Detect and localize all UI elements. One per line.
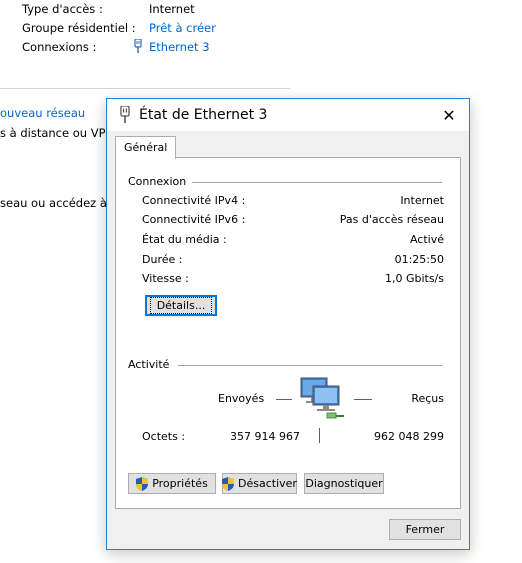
new-network-link[interactable]: ouveau réseau [0,106,85,120]
diagnose-button[interactable]: Diagnostiquer [304,473,384,494]
received-label: Reçus [411,392,444,405]
divider [0,88,290,89]
details-button-label: Détails... [149,297,213,314]
media-state-value: Activé [409,233,444,246]
ipv4-label: Connectivité IPv4 : [142,194,246,207]
uac-shield-icon [222,476,235,491]
connections-label: Connexions : [22,40,97,54]
connection-group-label: Connexion [128,175,193,188]
sent-line [276,399,292,400]
bytes-label: Octets : [142,430,186,443]
uac-shield-icon [136,476,149,491]
close-button-label: Fermer [405,523,445,536]
ipv6-value: Pas d'accès réseau [339,213,444,226]
properties-button[interactable]: Propriétés [128,473,216,494]
access-type-value: Internet [149,2,195,16]
homegroup-link[interactable]: Prêt à créer [149,21,216,35]
ethernet-icon [119,105,131,127]
activity-group-label: Activité [128,358,176,371]
tab-general[interactable]: Général [115,136,177,159]
received-line [354,399,372,400]
close-icon[interactable]: ✕ [429,99,469,131]
speed-label: Vitesse : [142,272,189,285]
close-button[interactable]: Fermer [389,519,461,540]
sent-label: Envoyés [218,392,265,405]
duration-label: Durée : [142,253,183,266]
speed-value: 1,0 Gbits/s [384,272,444,285]
access-type-label: Type d'accès : [22,2,103,16]
disable-button-label: Désactiver [238,477,297,490]
details-button[interactable]: Détails... [145,295,217,316]
disable-button[interactable]: Désactiver [222,473,297,494]
connection-group-line [192,182,442,183]
activity-separator [319,428,320,443]
ethernet-status-dialog: État de Ethernet 3 ✕ Général Connexion C… [106,98,470,550]
properties-button-label: Propriétés [152,477,208,490]
homegroup-label: Groupe résidentiel : [22,21,136,35]
vpn-text: s à distance ou VPN, [0,126,118,140]
media-state-label: État du média : [142,233,227,246]
duration-value: 01:25:50 [394,253,444,266]
dialog-title: État de Ethernet 3 [139,107,268,123]
bytes-received-value: 962 048 299 [374,430,444,443]
network-computers-icon [299,376,349,423]
ipv4-value: Internet [400,194,444,207]
ipv6-label: Connectivité IPv6 : [142,213,246,226]
general-panel: Connexion Connectivité IPv4 : Internet C… [115,157,461,509]
ethernet-connection-link[interactable]: Ethernet 3 [149,40,210,54]
diagnose-button-label: Diagnostiquer [305,477,383,490]
title-bar[interactable]: État de Ethernet 3 ✕ [107,99,469,131]
bytes-sent-value: 357 914 967 [230,430,300,443]
ethernet-icon [133,38,143,57]
activity-group-line [178,365,442,366]
